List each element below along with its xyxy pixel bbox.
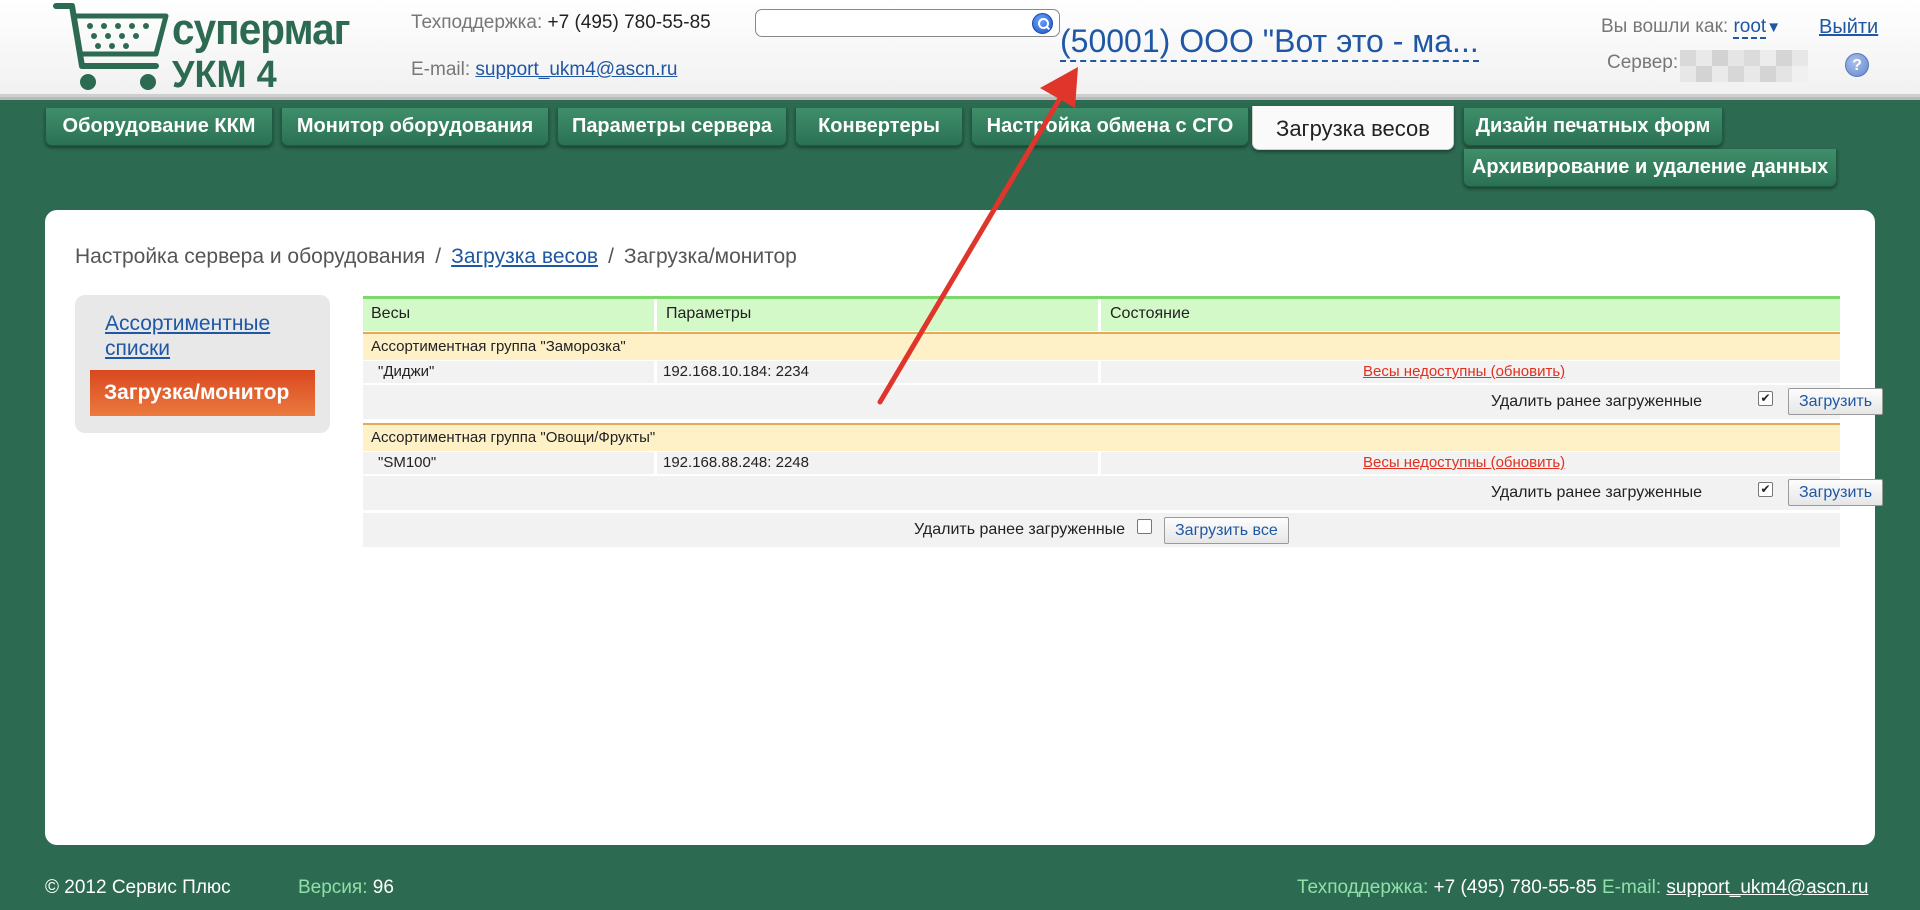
table-row: "Диджи" 192.168.10.184: 2234 Весы недост… — [363, 361, 1840, 383]
logo-subtitle: УКМ 4 — [172, 54, 277, 96]
breadcrumb: Настройка сервера и оборудования / Загрузк… — [75, 245, 797, 269]
support-phone: +7 (495) 780-55-85 — [547, 12, 711, 33]
scale-name: "SM100" — [378, 454, 437, 471]
version-value: 96 — [372, 877, 394, 898]
tab-server-parameters[interactable]: Параметры сервера — [557, 108, 787, 146]
chevron-down-icon[interactable]: ▼ — [1766, 19, 1781, 36]
version-label: Версия: — [298, 877, 368, 898]
header-email: E-mail: support_ukm4@ascn.ru — [411, 59, 677, 81]
footer-support-phone: +7 (495) 780-55-85 — [1433, 877, 1597, 898]
delete-previous-all-label: Удалить ранее загруженные — [914, 521, 1126, 538]
breadcrumb-separator: / — [608, 245, 614, 268]
email-label: E-mail: — [411, 59, 471, 80]
tab-equipment-kkm[interactable]: Оборудование ККМ — [45, 108, 273, 146]
group-actions: Удалить ранее загруженные ✔ Загрузить — [363, 476, 1884, 510]
user-menu[interactable]: root — [1733, 16, 1767, 39]
supermag-logo[interactable]: супермаг УКМ 4 — [52, 2, 352, 96]
delete-previous-all-checkbox[interactable] — [1137, 519, 1152, 534]
group-row: Ассортиментная группа "Заморозка" — [363, 332, 1840, 360]
footer-support-label: Техподдержка: — [1297, 877, 1429, 898]
tab-sgo-exchange[interactable]: Настройка обмена с СГО — [971, 108, 1249, 146]
breadcrumb-current: Загрузка/монитор — [623, 245, 797, 268]
main-panel: Настройка сервера и оборудования / Загрузк… — [45, 210, 1884, 845]
tab-converters[interactable]: Конвертеры — [795, 108, 963, 146]
footer-copyright: © 2012 Сервис Плюс — [45, 877, 231, 898]
server-value-redacted — [1680, 50, 1808, 82]
column-header-params: Параметры — [666, 305, 752, 322]
column-header-status: Состояние — [1110, 305, 1190, 322]
tab-print-form-design[interactable]: Дизайн печатных форм — [1463, 108, 1723, 146]
cart-icon — [53, 3, 169, 90]
logo-title: супермаг — [172, 5, 351, 54]
footer-email-link[interactable]: support_ukm4@ascn.ru — [1666, 877, 1868, 898]
group-row: Ассортиментная группа "Овощи/Фрукты" — [363, 423, 1840, 451]
scale-status-link[interactable]: Весы недоступны (обновить) — [1363, 454, 1565, 471]
load-button[interactable]: Загрузить — [1788, 388, 1884, 415]
search-input[interactable] — [755, 9, 1060, 37]
footer-email-label: E-mail: — [1601, 877, 1662, 898]
breadcrumb-scale-loading[interactable]: Загрузка весов — [451, 245, 598, 268]
support-label: Техподдержка: — [411, 12, 543, 33]
email-link[interactable]: support_ukm4@ascn.ru — [475, 59, 677, 80]
side-item-assortment-lists[interactable]: Ассортиментные списки — [105, 311, 315, 361]
tab-archiving[interactable]: Архивирование и удаление данных — [1463, 149, 1837, 187]
search-icon[interactable] — [1032, 13, 1053, 34]
tab-scale-loading[interactable]: Загрузка весов — [1252, 106, 1454, 150]
header-support: Техподдержка: +7 (495) 780-55-85 — [411, 12, 711, 34]
load-all-button[interactable]: Загрузить все — [1164, 517, 1289, 544]
group-actions: Удалить ранее загруженные ✔ Загрузить — [363, 385, 1884, 419]
breadcrumb-root: Настройка сервера и оборудования — [75, 245, 426, 268]
tab-equipment-monitor[interactable]: Монитор оборудования — [281, 108, 549, 146]
delete-previous-checkbox[interactable]: ✔ — [1758, 391, 1773, 406]
scale-status-link[interactable]: Весы недоступны (обновить) — [1363, 363, 1565, 380]
logout-link[interactable]: Выйти — [1819, 16, 1878, 39]
footer-support: Техподдержка: +7 (495) 780-55-85 E-mail:… — [1297, 877, 1868, 899]
footer-version: Версия: 96 — [298, 877, 394, 899]
server-label: Сервер: — [1607, 52, 1679, 73]
scale-address: 192.168.10.184: 2234 — [663, 363, 809, 380]
scale-address: 192.168.88.248: 2248 — [663, 454, 809, 471]
load-all-actions: Удалить ранее загруженные Загрузить все — [363, 513, 1840, 547]
delete-previous-checkbox[interactable]: ✔ — [1758, 482, 1773, 497]
logged-in-label: Вы вошли как: — [1601, 16, 1729, 37]
load-button[interactable]: Загрузить — [1788, 479, 1884, 506]
table-header: Весы Параметры Состояние — [363, 296, 1840, 331]
breadcrumb-separator: / — [435, 245, 442, 268]
logged-in-as: Вы вошли как: root▼ — [1601, 16, 1781, 39]
column-header-scales: Весы — [371, 305, 411, 322]
app-header: супермаг УКМ 4 Техподдержка: +7 (495) 78… — [0, 0, 1920, 97]
delete-previous-label: Удалить ранее загруженные — [1491, 393, 1703, 410]
side-item-load-monitor[interactable]: Загрузка/монитор — [90, 370, 315, 416]
help-icon[interactable]: ? — [1845, 53, 1869, 77]
scale-name: "Диджи" — [378, 363, 435, 380]
delete-previous-label: Удалить ранее загруженные — [1491, 484, 1703, 501]
side-menu: Ассортиментные списки Загрузка/монитор — [75, 295, 330, 433]
organization-selector[interactable]: (50001) ООО "Вот это - ма... — [1060, 22, 1479, 62]
table-row: "SM100" 192.168.88.248: 2248 Весы недост… — [363, 452, 1840, 474]
